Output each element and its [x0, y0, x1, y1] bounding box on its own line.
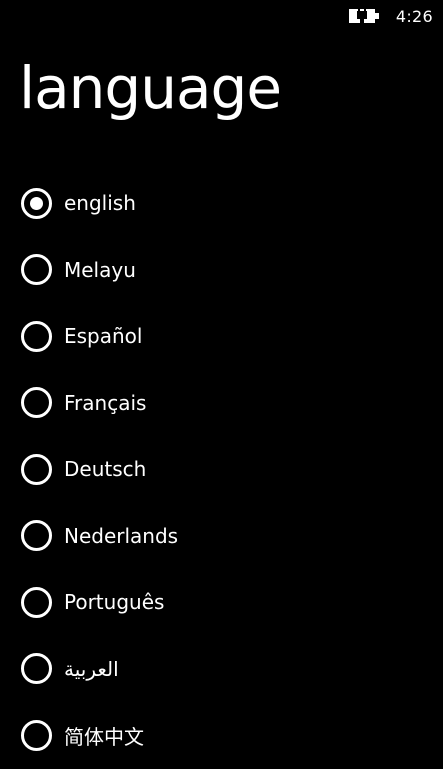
page-title: language: [19, 54, 282, 122]
radio-button-selected-icon[interactable]: [21, 187, 52, 219]
language-option-label: Deutsch: [64, 457, 147, 482]
battery-charging-icon: [348, 9, 379, 23]
language-option-label: 简体中文: [64, 724, 144, 749]
language-option-label: english: [64, 191, 136, 216]
radio-button-icon[interactable]: [21, 586, 52, 618]
language-option-melayu[interactable]: Melayu: [0, 237, 443, 304]
status-clock: 4:26: [395, 6, 433, 26]
language-option-arabic[interactable]: العربية: [0, 636, 443, 703]
language-option-simplified-chinese[interactable]: 简体中文: [0, 702, 443, 769]
radio-button-icon[interactable]: [21, 520, 52, 552]
language-option-label: Nederlands: [64, 523, 179, 548]
radio-button-icon[interactable]: [21, 719, 52, 751]
language-list: english Melayu Español Français Deutsch …: [0, 170, 443, 769]
language-option-label: Português: [64, 590, 165, 615]
language-option-francais[interactable]: Français: [0, 370, 443, 437]
language-option-deutsch[interactable]: Deutsch: [0, 436, 443, 503]
radio-button-icon[interactable]: [21, 653, 52, 685]
status-bar: 4:26: [348, 0, 443, 32]
radio-button-icon[interactable]: [21, 387, 52, 419]
language-option-nederlands[interactable]: Nederlands: [0, 503, 443, 570]
language-option-label: Español: [64, 324, 143, 349]
language-option-label: Melayu: [64, 257, 136, 282]
language-option-label: Français: [64, 390, 147, 415]
radio-button-icon[interactable]: [21, 453, 52, 485]
language-option-espanol[interactable]: Español: [0, 303, 443, 370]
language-option-label: العربية: [64, 656, 119, 681]
radio-button-icon[interactable]: [21, 254, 52, 286]
radio-button-icon[interactable]: [21, 320, 52, 352]
language-option-english[interactable]: english: [0, 170, 443, 237]
language-option-portugues[interactable]: Português: [0, 569, 443, 636]
